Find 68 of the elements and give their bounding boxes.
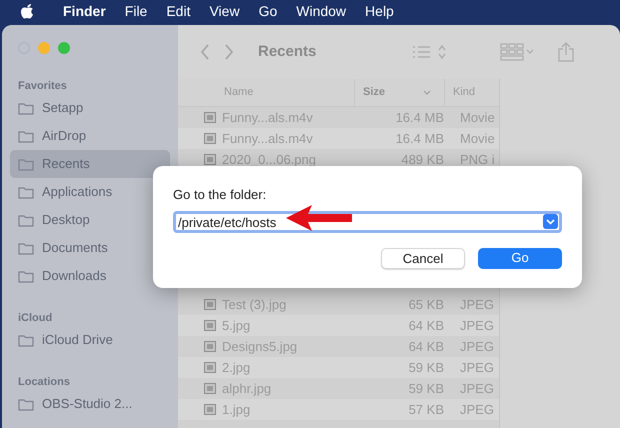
folder-icon <box>18 242 34 254</box>
menu-item[interactable]: Go <box>258 0 278 22</box>
menu-item[interactable]: File <box>124 0 148 22</box>
sidebar-heading: Favorites <box>18 79 68 94</box>
apple-logo-icon[interactable] <box>20 3 34 19</box>
window-title: Recents <box>258 42 316 62</box>
sort-caret-icon[interactable] <box>423 90 432 95</box>
file-thumbnail-icon <box>204 404 216 415</box>
file-thumbnail-icon <box>204 133 216 144</box>
list-view-icon[interactable] <box>412 44 446 60</box>
sidebar-item[interactable]: Downloads <box>10 262 170 290</box>
file-kind: JPEG <box>459 400 494 419</box>
file-name: 2.jpg <box>222 358 252 377</box>
file-thumbnail-icon <box>204 154 216 165</box>
column-header[interactable]: Kind <box>453 84 476 101</box>
file-thumbnail-icon <box>204 299 216 310</box>
file-thumbnail-icon <box>204 112 216 123</box>
minimize-button[interactable] <box>38 42 50 54</box>
file-thumbnail-icon <box>204 383 216 394</box>
sidebar-item[interactable]: AirDrop <box>10 122 170 150</box>
cancel-button[interactable]: Cancel <box>381 248 465 268</box>
go-button[interactable]: Go <box>478 248 562 268</box>
folder-icon <box>18 158 34 170</box>
folder-icon <box>18 214 34 226</box>
forward-icon[interactable] <box>224 44 234 60</box>
file-name: 5.jpg <box>222 316 252 335</box>
folder-icon <box>18 130 34 142</box>
back-icon[interactable] <box>200 44 210 60</box>
dropdown-chevron-icon[interactable] <box>543 214 558 229</box>
share-icon[interactable] <box>558 42 574 62</box>
folder-icon <box>18 102 34 114</box>
sidebar-item[interactable]: iCloud Drive <box>10 326 170 354</box>
sidebar-item[interactable]: Applications <box>10 178 170 206</box>
file-thumbnail-icon <box>204 341 216 352</box>
folder-icon <box>18 270 34 282</box>
file-size: 64 KB <box>408 316 445 335</box>
menu-item[interactable]: View <box>209 0 240 22</box>
folder-icon <box>18 186 34 198</box>
file-thumbnail-icon <box>204 320 216 331</box>
file-size: 16.4 MB <box>394 130 445 148</box>
zoom-button[interactable] <box>58 42 70 54</box>
folder-icon <box>18 334 34 346</box>
arrow-annotation <box>286 205 352 231</box>
folder-icon <box>18 398 34 410</box>
column-header[interactable]: Name <box>224 84 254 101</box>
file-thumbnail-icon <box>204 362 216 373</box>
menu-item[interactable]: Help <box>365 0 394 22</box>
file-name: Funny...als.m4v <box>222 130 314 148</box>
file-size: 57 KB <box>408 400 445 419</box>
file-kind: JPEG <box>459 358 494 377</box>
file-name: 1.jpg <box>222 400 252 419</box>
sidebar-item[interactable]: Documents <box>10 234 170 262</box>
sidebar-heading: Locations <box>18 375 71 390</box>
dialog-prompt: Go to the folder: <box>173 186 268 204</box>
path-field[interactable]: /private/etc/hosts <box>173 211 562 233</box>
sidebar-item[interactable]: OBS-Studio 2... <box>10 390 170 418</box>
sidebar-item[interactable]: Setapp <box>10 94 170 122</box>
sidebar-heading: iCloud <box>18 311 54 326</box>
menu-item[interactable]: Window <box>296 0 346 22</box>
file-kind: Movie <box>459 130 495 148</box>
app-menu[interactable]: Finder <box>63 0 106 22</box>
file-size: 59 KB <box>408 358 445 377</box>
sidebar-item[interactable]: Desktop <box>10 206 170 234</box>
column-header[interactable]: Size <box>363 84 386 101</box>
file-kind: JPEG <box>459 316 494 335</box>
sidebar-item[interactable]: Recents <box>10 150 170 178</box>
menu-item[interactable]: Edit <box>166 0 190 22</box>
grid-view-icon[interactable] <box>500 43 534 61</box>
